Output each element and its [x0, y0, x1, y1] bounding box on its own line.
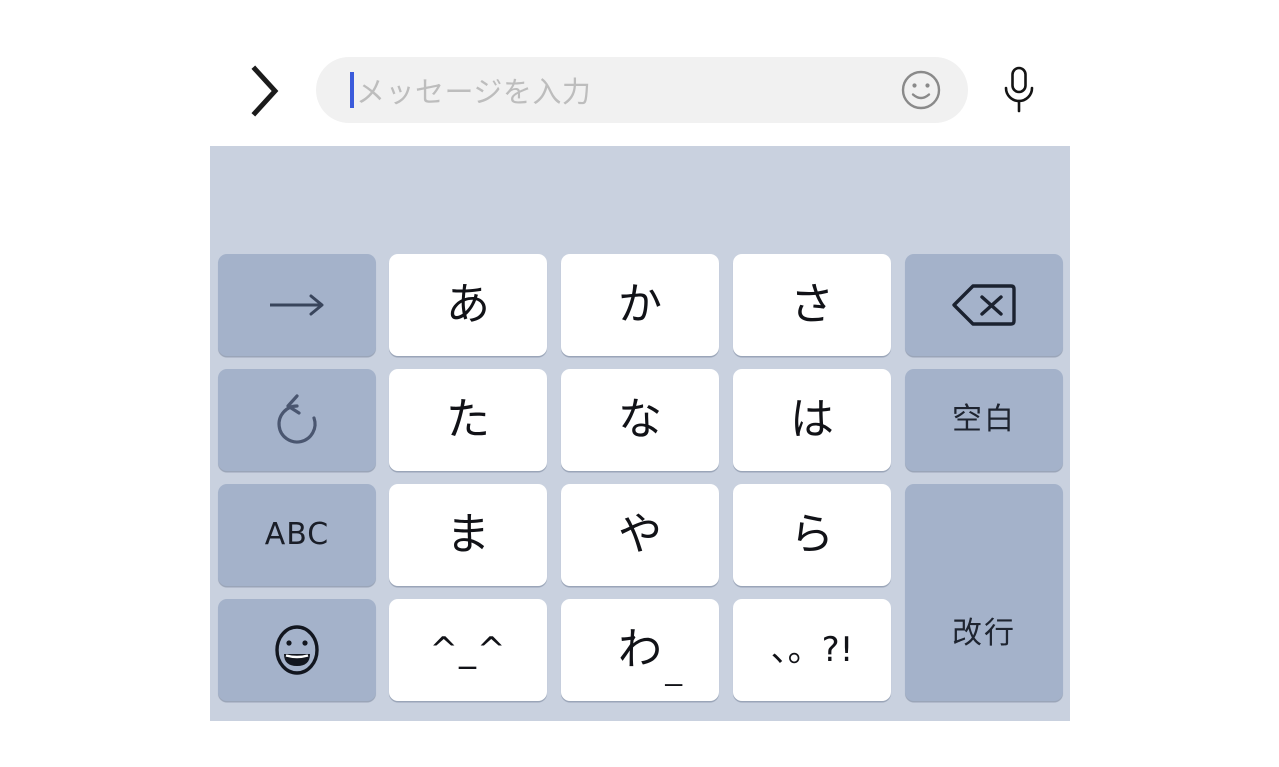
- key-ta[interactable]: た: [389, 369, 547, 471]
- key-label: ABC: [264, 517, 330, 552]
- emoji-key[interactable]: [218, 599, 376, 701]
- key-label: か: [618, 279, 662, 330]
- key-sa[interactable]: さ: [733, 254, 891, 356]
- key-label: や: [618, 509, 662, 560]
- key-label: わ: [618, 624, 662, 675]
- key-wa-sublabel: _: [665, 654, 682, 687]
- key-ya[interactable]: や: [561, 484, 719, 586]
- key-ra[interactable]: ら: [733, 484, 891, 586]
- key-label: た: [446, 394, 490, 445]
- suggestion-strip[interactable]: [210, 146, 1070, 254]
- key-label: さ: [790, 279, 834, 330]
- key-wa[interactable]: わ _: [561, 599, 719, 701]
- text-caret: [350, 72, 354, 108]
- backspace-key[interactable]: [905, 254, 1063, 356]
- key-ha[interactable]: は: [733, 369, 891, 471]
- microphone-icon[interactable]: [991, 60, 1047, 120]
- key-label: あ: [446, 279, 490, 330]
- message-input-bar: メッセージを入力: [0, 0, 1279, 146]
- key-na[interactable]: な: [561, 369, 719, 471]
- key-label: ら: [790, 509, 834, 560]
- key-label: ^_^: [429, 630, 507, 670]
- cursor-right-key[interactable]: [218, 254, 376, 356]
- abc-mode-key[interactable]: ABC: [218, 484, 376, 586]
- key-ma[interactable]: ま: [389, 484, 547, 586]
- undo-key[interactable]: [218, 369, 376, 471]
- punctuation-key[interactable]: 、。?!: [733, 599, 891, 701]
- key-ka[interactable]: か: [561, 254, 719, 356]
- key-label: ま: [446, 509, 490, 560]
- key-wa-glyph-group: わ _: [618, 628, 682, 688]
- key-a[interactable]: あ: [389, 254, 547, 356]
- key-label: 改行: [952, 616, 1016, 651]
- return-key[interactable]: 改行: [905, 484, 1063, 701]
- keyboard-key-grid: あ か さ た な は 空白 ABC ま や ら 改行 ^_^ わ _ 、。?!: [218, 254, 1063, 719]
- key-label: 空白: [952, 402, 1016, 437]
- message-input-placeholder: メッセージを入力: [356, 75, 592, 109]
- kaomoji-key[interactable]: ^_^: [389, 599, 547, 701]
- message-input-field[interactable]: メッセージを入力: [316, 57, 968, 123]
- smiley-face-icon[interactable]: [900, 69, 942, 111]
- key-label: な: [618, 394, 662, 445]
- space-key[interactable]: 空白: [905, 369, 1063, 471]
- key-label: 、。?!: [770, 630, 854, 670]
- key-label: は: [790, 394, 834, 445]
- japanese-kana-keyboard: あ か さ た な は 空白 ABC ま や ら 改行 ^_^ わ _ 、。?!: [210, 146, 1070, 721]
- chevron-right-icon[interactable]: [240, 57, 292, 125]
